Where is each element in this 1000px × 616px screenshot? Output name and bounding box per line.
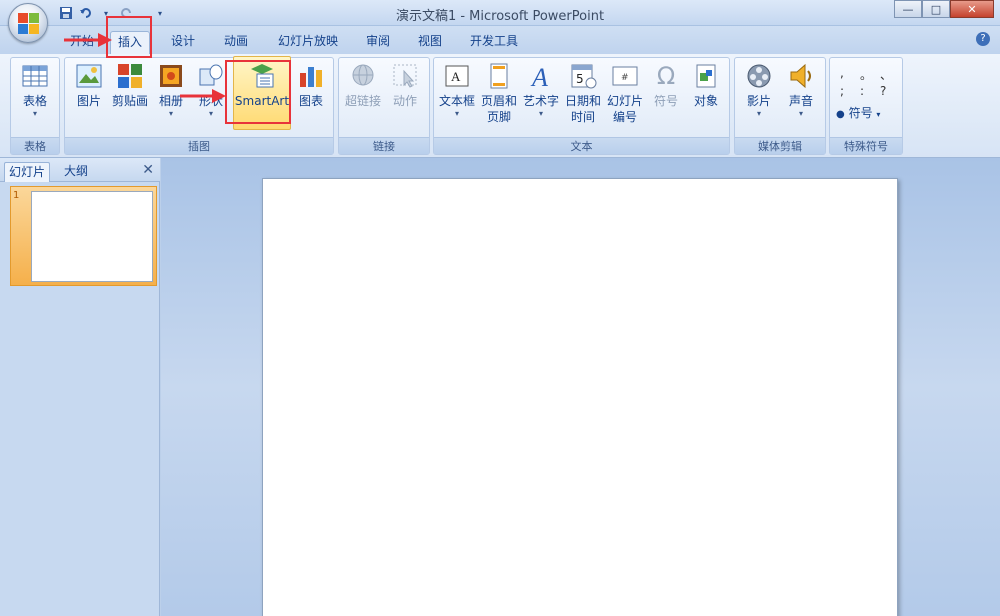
slide-number-label: 1 <box>13 190 20 201</box>
group-illustrations-label: 插图 <box>65 137 333 154</box>
sound-button[interactable]: 声音 ▾ <box>781 61 821 119</box>
tab-review[interactable]: 审阅 <box>358 31 398 51</box>
hyperlink-button[interactable]: 超链接 <box>341 61 385 109</box>
annotation-box-smartart <box>225 60 291 124</box>
hyperlink-icon <box>348 61 378 91</box>
tab-animation[interactable]: 动画 <box>216 31 256 51</box>
annotation-arrow-to-insert <box>64 33 112 47</box>
pane-tabs: 幻灯片 大纲 ✕ <box>0 158 160 182</box>
symbol-comma[interactable]: , <box>840 66 844 80</box>
speaker-icon <box>786 61 816 91</box>
chart-button[interactable]: 图表 <box>293 61 329 109</box>
symbol-button[interactable]: Ω 符号 <box>646 61 686 109</box>
tab-outline[interactable]: 大纲 <box>60 162 92 182</box>
group-table: 表格 ▾ 表格 <box>10 57 60 155</box>
tab-slideshow[interactable]: 幻灯片放映 <box>272 31 344 51</box>
tab-view[interactable]: 视图 <box>410 31 450 51</box>
slide-number-button[interactable]: # 幻灯片 编号 <box>604 61 646 125</box>
wordart-button[interactable]: A 艺术字 ▾ <box>520 61 562 119</box>
calendar-icon: 5 <box>568 61 598 91</box>
close-button[interactable]: ✕ <box>950 0 994 18</box>
table-button[interactable]: 表格 ▾ <box>15 61 55 119</box>
slide-number-icon: # <box>610 61 640 91</box>
slide-editing-area <box>161 158 1000 616</box>
movie-button[interactable]: 影片 ▾ <box>739 61 779 119</box>
action-icon <box>390 61 420 91</box>
ribbon: 表格 ▾ 表格 图片 剪贴画 相册 ▾ 形状 ▾ SmartArt 图表 插图 … <box>0 54 1000 158</box>
office-logo-icon <box>18 13 40 35</box>
picture-button[interactable]: 图片 <box>69 61 109 109</box>
office-button[interactable] <box>8 3 48 43</box>
svg-text:5: 5 <box>576 72 584 86</box>
textbox-icon: A <box>442 61 472 91</box>
header-footer-icon <box>484 61 514 91</box>
svg-text:#: # <box>621 73 629 83</box>
photo-album-icon <box>156 61 186 91</box>
picture-icon <box>74 61 104 91</box>
textbox-button[interactable]: A 文本框 ▾ <box>436 61 478 119</box>
film-reel-icon <box>744 61 774 91</box>
group-links-label: 链接 <box>339 137 429 154</box>
omega-icon: Ω <box>656 62 676 90</box>
group-text-label: 文本 <box>434 137 729 154</box>
group-illustrations: 图片 剪贴画 相册 ▾ 形状 ▾ SmartArt 图表 插图 <box>64 56 334 155</box>
symbol-enumeration-comma[interactable]: 、 <box>880 66 892 83</box>
group-links: 超链接 动作 链接 <box>338 57 430 155</box>
object-icon <box>691 61 721 91</box>
symbol-period[interactable]: 。 <box>860 66 872 83</box>
group-special-label: 特殊符号 <box>830 137 902 154</box>
clipart-icon <box>115 61 145 91</box>
group-text: A 文本框 ▾ 页眉和 页脚 A 艺术字 ▾ 5 日期和 时间 # 幻灯片 编号… <box>433 57 730 155</box>
tab-design[interactable]: 设计 <box>163 31 203 51</box>
current-slide[interactable] <box>262 178 898 616</box>
group-special-symbols: , 。 、 ; : ? ● 符号 ▾ 特殊符号 <box>829 57 903 155</box>
symbol-colon[interactable]: : <box>860 84 864 98</box>
table-icon <box>20 61 50 91</box>
group-media: 影片 ▾ 声音 ▾ 媒体剪辑 <box>734 57 826 155</box>
special-symbol-button[interactable]: ● 符号 ▾ <box>836 104 896 121</box>
symbol-dot-icon: ● <box>836 109 845 120</box>
object-button[interactable]: 对象 <box>686 61 726 109</box>
tab-developer[interactable]: 开发工具 <box>464 31 524 51</box>
shapes-icon <box>196 61 226 91</box>
clipart-button[interactable]: 剪贴画 <box>109 61 151 109</box>
action-button[interactable]: 动作 <box>385 61 425 109</box>
slide-thumbnail-1[interactable]: 1 <box>10 186 157 286</box>
group-media-label: 媒体剪辑 <box>735 137 825 154</box>
tab-slides[interactable]: 幻灯片 <box>4 162 51 182</box>
date-time-button[interactable]: 5 日期和 时间 <box>562 61 604 125</box>
svg-text:A: A <box>451 69 461 84</box>
minimize-button[interactable]: — <box>894 0 922 18</box>
symbol-semicolon[interactable]: ; <box>840 84 844 98</box>
slides-pane: 幻灯片 大纲 ✕ 1 <box>0 158 160 616</box>
svg-text:A: A <box>530 63 548 91</box>
window-controls: — □ ✕ <box>894 0 994 18</box>
annotation-arrow-to-smartart <box>180 89 226 103</box>
group-table-label: 表格 <box>11 137 59 154</box>
help-icon[interactable]: ? <box>976 32 990 46</box>
maximize-button[interactable]: □ <box>922 0 950 18</box>
chart-icon <box>296 61 326 91</box>
header-footer-button[interactable]: 页眉和 页脚 <box>478 61 520 125</box>
close-pane-icon[interactable]: ✕ <box>142 162 154 178</box>
symbol-question[interactable]: ? <box>880 84 886 98</box>
slide-thumbnail-image <box>31 191 153 282</box>
wordart-icon: A <box>526 61 556 92</box>
